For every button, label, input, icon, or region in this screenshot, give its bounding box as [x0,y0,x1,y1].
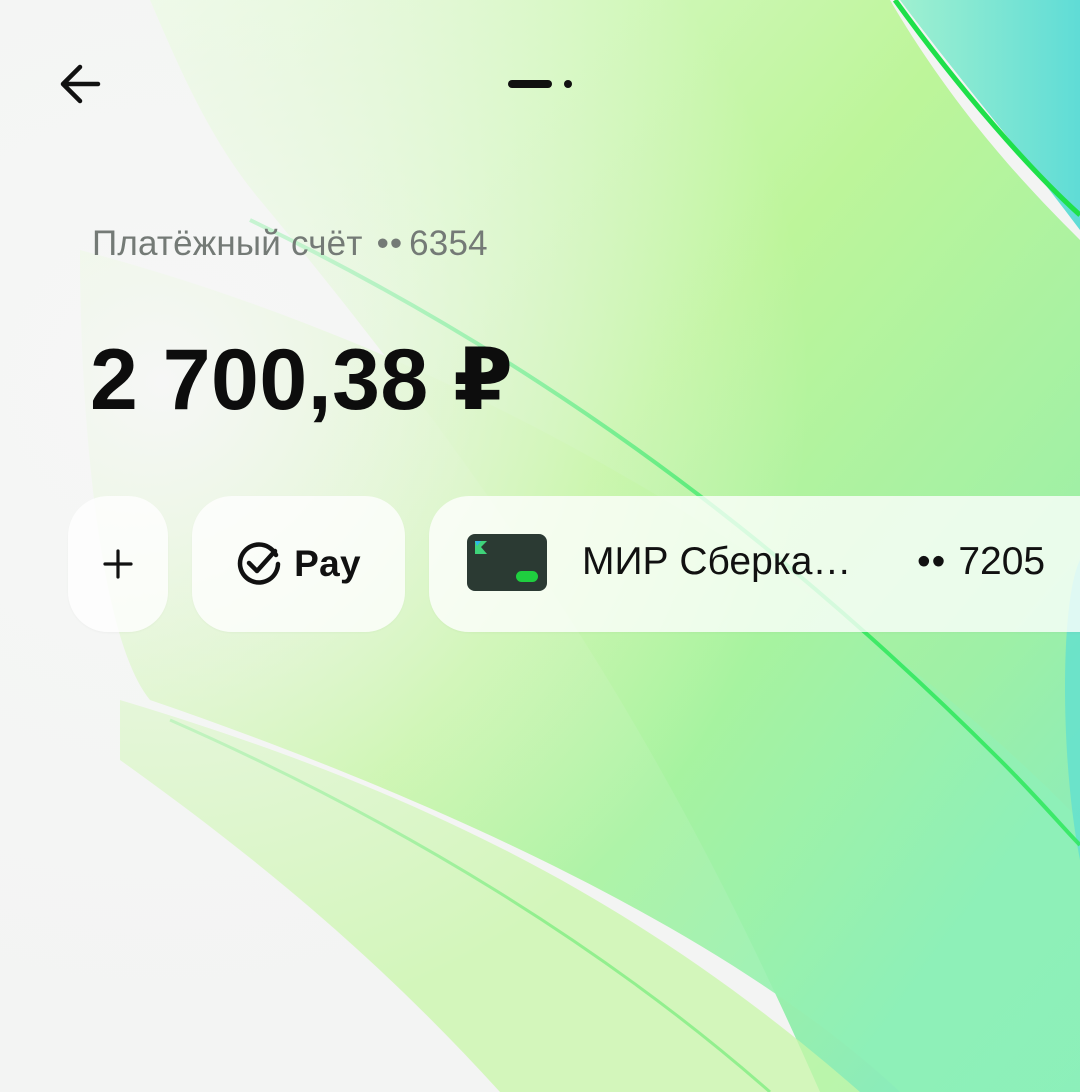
account-mask: •• [376,224,404,263]
pay-label: Pay [294,543,361,584]
add-button[interactable] [68,496,168,632]
card-mask: •• [917,540,947,583]
account-name: Платёжный счёт [92,224,363,263]
sber-pay-button[interactable]: Pay [192,496,405,632]
check-circle-icon [237,542,281,585]
card-icon [467,534,547,591]
card-number: •• 7205 [917,540,1045,584]
card-name: МИР Сберка… [582,540,852,583]
arrow-left-icon [60,64,101,104]
card-selector[interactable]: МИР Сберка… •• 7205 [429,496,1080,632]
plus-icon [103,549,133,579]
account-label: Платёжный счёт •• 6354 [92,224,488,264]
back-button[interactable] [48,52,112,116]
account-number: 6354 [409,224,488,263]
account-balance: 2 700,38 ₽ [90,332,514,428]
card-last-digits: 7205 [958,540,1046,583]
page-indicator-dot [564,80,572,88]
page-indicator [508,80,578,90]
page-indicator-active [508,80,552,88]
